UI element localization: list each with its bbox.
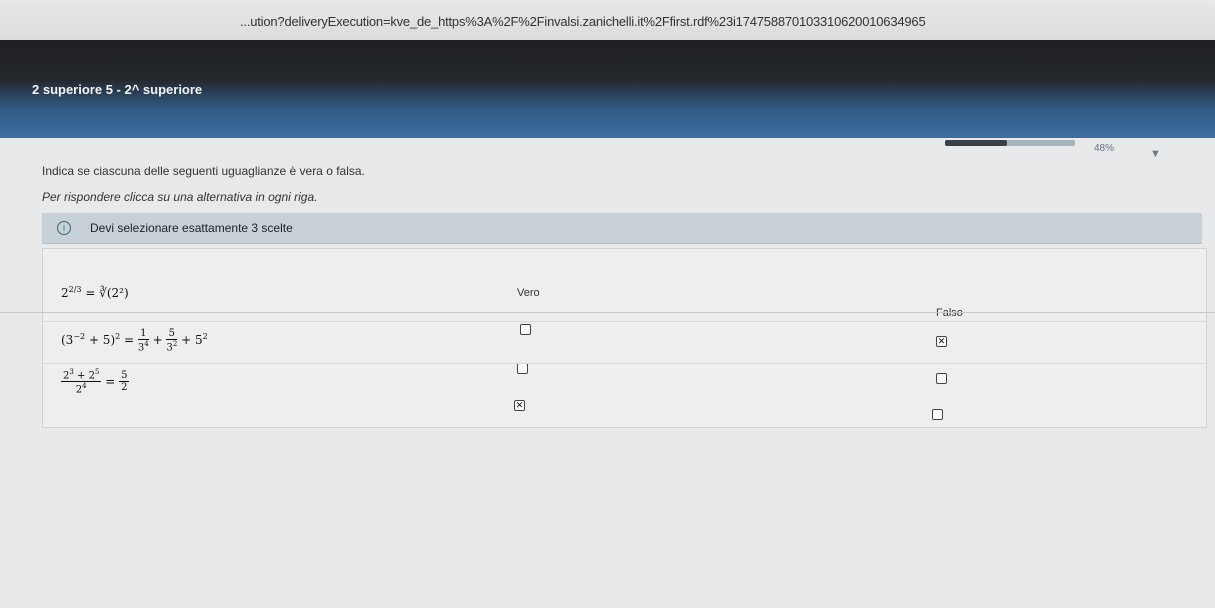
table-row: (3−2 + 5)2 = 1 34 + 5 32 + 52 — [43, 321, 1206, 356]
progress-fill — [945, 140, 1008, 146]
info-banner-text: Devi selezionare esattamente 3 scelte — [90, 221, 293, 235]
question-hint: Per rispondere clicca su una alternativa… — [42, 190, 318, 204]
info-icon: i — [57, 221, 71, 235]
info-banner: i Devi selezionare esattamente 3 scelte — [42, 213, 1202, 244]
statement-3: 23 + 25 24 = 52 — [61, 368, 130, 396]
test-title: 2 superiore 5 - 2^ superiore — [32, 82, 203, 97]
progress-label: 48% — [1094, 143, 1115, 154]
url-text: ...ution?deliveryExecution=kve_de_https%… — [240, 14, 926, 29]
statement-2: (3−2 + 5)2 = 1 34 + 5 32 + 52 — [61, 328, 208, 354]
checkbox-row3-vero[interactable]: ✕ — [514, 400, 525, 411]
flag-icon[interactable]: ▼ — [1150, 149, 1161, 160]
browser-address-bar[interactable]: ...ution?deliveryExecution=kve_de_https%… — [0, 0, 1215, 40]
choice-table: Vero Falso 22/3 = ∛(2²) ✕ (3−2 + 5)2 = 1… — [42, 248, 1207, 428]
question-content: Indica se ciascuna delle seguenti uguagl… — [0, 138, 1215, 608]
progress-bar — [945, 140, 1075, 146]
content-divider — [0, 312, 1215, 313]
checkbox-row3-falso[interactable] — [932, 409, 943, 420]
statement-1: 22/3 = ∛(2²) — [61, 285, 129, 300]
table-row: 23 + 25 24 = 52 — [43, 363, 1206, 420]
question-instruction: Indica se ciascuna delle seguenti uguagl… — [42, 164, 365, 178]
table-row: 22/3 = ∛(2²) — [43, 279, 1206, 313]
